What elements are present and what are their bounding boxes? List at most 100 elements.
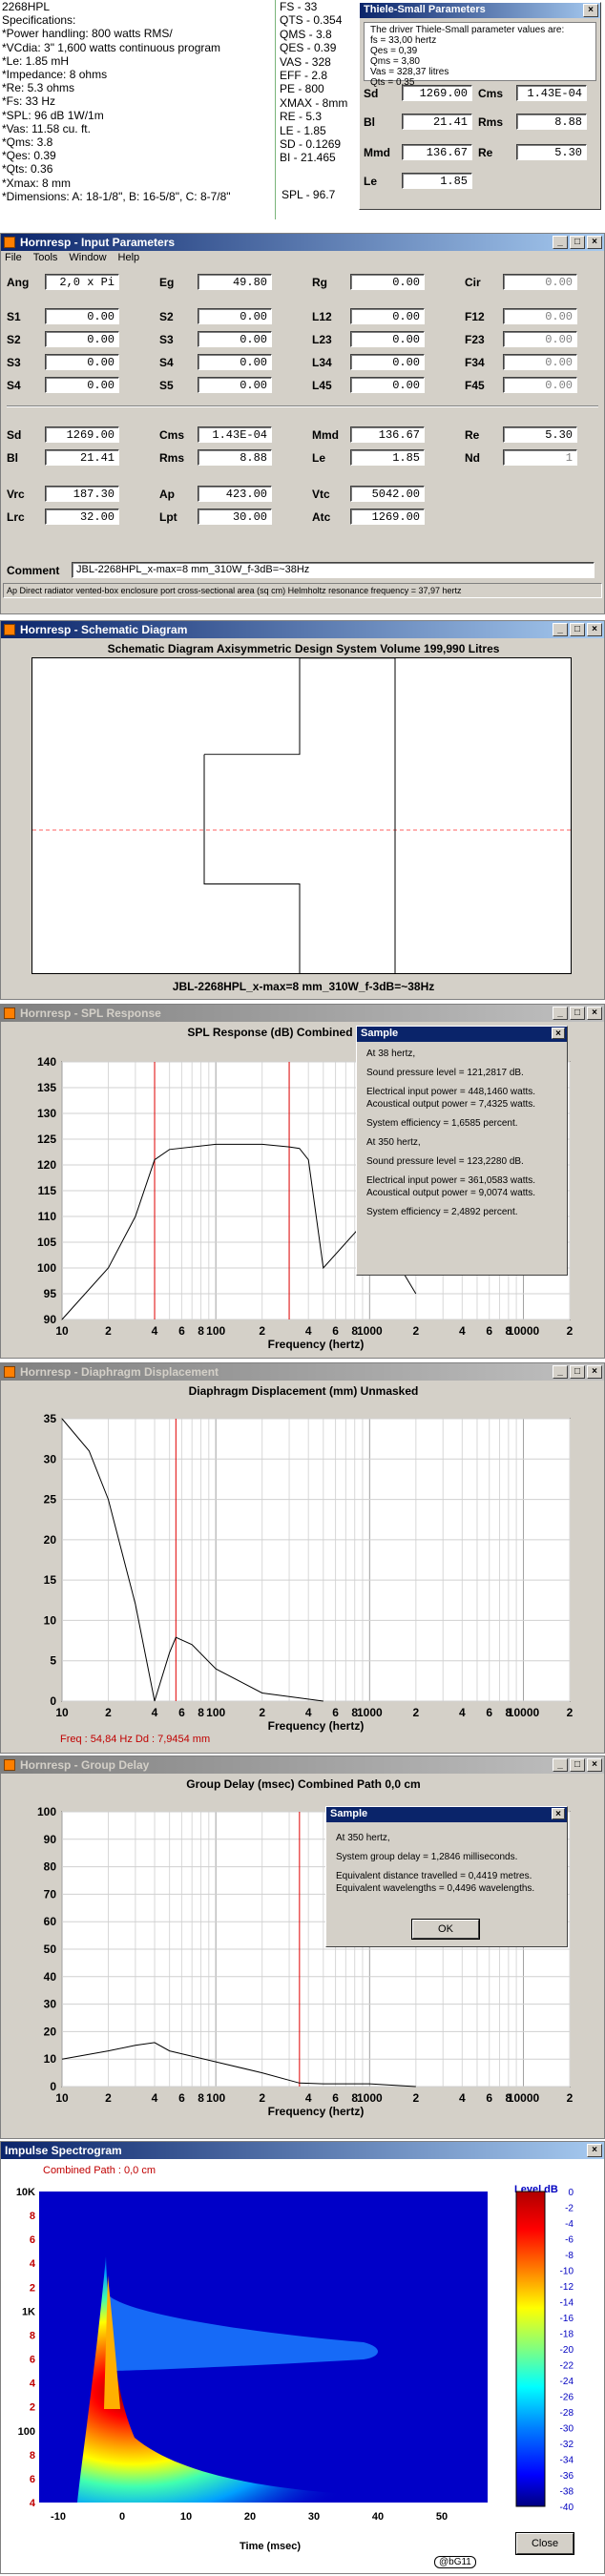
param-field[interactable]: 187.30 [45, 486, 119, 502]
gd-header: Group Delay (msec) Combined Path 0,0 cm [186, 1777, 421, 1791]
maximize-icon[interactable]: □ [570, 623, 585, 636]
param-field[interactable]: 1.43E-04 [198, 426, 272, 443]
ts-field[interactable]: 1269.00 [402, 85, 472, 101]
param-field[interactable]: 49.80 [198, 274, 272, 290]
x-tick-label: 4 [152, 1706, 158, 1719]
ts-field[interactable]: 5.30 [516, 144, 587, 160]
param-field[interactable]: 0.00 [350, 274, 425, 290]
param-field[interactable]: 1.85 [350, 449, 425, 466]
param-field[interactable]: 423.00 [198, 486, 272, 502]
gd-sample-dialog[interactable]: Sample × At 350 hertz, System group delay … [325, 1806, 568, 1947]
group-delay-window[interactable]: Hornresp - Group Delay _ □ × Group Delay (… [0, 1755, 605, 2139]
dialog-line: System efficiency = 1,6585 percent. [366, 1118, 518, 1129]
param-field[interactable]: 0.00 [45, 354, 119, 370]
thiele-small-window[interactable]: Thiele-Small Parameters × The driver Thi… [359, 2, 601, 210]
param-field[interactable]: 0.00 [350, 331, 425, 347]
menu-item[interactable]: Window [69, 252, 106, 265]
param-field[interactable]: 0.00 [198, 354, 272, 370]
param-field[interactable]: 0.00 [350, 354, 425, 370]
ts-field[interactable]: 1.43E-04 [516, 85, 587, 101]
param-field[interactable]: 21.41 [45, 449, 119, 466]
y-tick-label: 40 [44, 1970, 57, 1984]
level-tick-label: -6 [565, 2235, 574, 2246]
param-field[interactable]: 8.88 [198, 449, 272, 466]
window-title: Hornresp - Schematic Diagram [20, 623, 188, 636]
param-field[interactable]: 0.00 [503, 354, 577, 370]
menu-item[interactable]: Tools [33, 252, 58, 265]
ts-field[interactable]: 136.67 [402, 144, 472, 160]
y-tick-label: 110 [38, 1210, 57, 1223]
param-field[interactable]: 5.30 [503, 426, 577, 443]
param-field[interactable]: 2,0 x Pi [45, 274, 119, 290]
hornresp-icon [4, 1366, 15, 1378]
minimize-icon[interactable]: _ [553, 236, 568, 249]
minimize-icon[interactable]: _ [553, 1758, 568, 1772]
spectrogram-window[interactable]: Impulse Spectrogram × Combined Path : 0,… [0, 2141, 605, 2574]
close-icon[interactable]: × [552, 1808, 565, 1819]
maximize-icon[interactable]: □ [570, 1365, 585, 1379]
param-field[interactable]: 0.00 [198, 308, 272, 324]
close-icon[interactable]: × [587, 236, 602, 249]
y-tick-label: 135 [37, 1081, 56, 1094]
param-field[interactable]: 32.00 [45, 509, 119, 525]
param-field[interactable]: 0.00 [350, 377, 425, 393]
x-tick-label: 2 [567, 1324, 574, 1338]
param-label: L23 [312, 333, 332, 346]
param-field[interactable]: 136.67 [350, 426, 425, 443]
param-field[interactable]: 30.00 [198, 509, 272, 525]
input-parameters-window[interactable]: Hornresp - Input Parameters _ □ × File Tool… [0, 233, 605, 614]
close-icon[interactable]: × [587, 2144, 602, 2157]
minimize-icon[interactable]: _ [553, 1007, 568, 1020]
maximize-icon[interactable]: □ [570, 1007, 585, 1020]
param-field[interactable]: 0.00 [45, 308, 119, 324]
param-field[interactable]: 1269.00 [45, 426, 119, 443]
param-label: S4 [7, 379, 21, 392]
param-field[interactable]: 0.00 [350, 308, 425, 324]
dialog-line [326, 1863, 567, 1870]
spec-line: *Qts: 0.36 [2, 162, 53, 177]
ts-field[interactable]: 21.41 [402, 114, 472, 130]
comment-field[interactable]: JBL-2268HPL_x-max=8 mm_310W_f-3dB=~38Hz [72, 562, 595, 578]
window-title: Hornresp - Group Delay [20, 1758, 150, 1772]
y-tick-label: 35 [44, 1412, 57, 1425]
close-icon[interactable]: × [583, 4, 598, 17]
close-icon[interactable]: × [587, 623, 602, 636]
param-field[interactable]: 0.00 [45, 331, 119, 347]
maximize-icon[interactable]: □ [570, 236, 585, 249]
param-field[interactable]: 1269.00 [350, 509, 425, 525]
spec-param-line: RE - 5.3 [280, 110, 323, 124]
ts-titlebar: Thiele-Small Parameters × [360, 3, 600, 18]
x-tick-label: 6 [332, 1706, 339, 1719]
param-field[interactable]: 0.00 [198, 331, 272, 347]
freq-tick-label: 6 [30, 2355, 35, 2366]
param-field[interactable]: 0.00 [503, 331, 577, 347]
spl-sample-dialog[interactable]: Sample × At 38 hertz, Sound pressure level… [356, 1026, 568, 1276]
displacement-window[interactable]: Hornresp - Diaphragm Displacement _ □ × Di… [0, 1362, 605, 1754]
close-icon[interactable]: × [587, 1007, 602, 1020]
minimize-icon[interactable]: _ [553, 623, 568, 636]
param-field[interactable]: 0.00 [198, 377, 272, 393]
schematic-window[interactable]: Hornresp - Schematic Diagram _ □ × Schemat… [0, 620, 605, 1000]
param-field[interactable]: 0.00 [45, 377, 119, 393]
param-field[interactable]: 1 [503, 449, 577, 466]
ok-button[interactable]: OK [411, 1919, 480, 1940]
param-field[interactable]: 0.00 [503, 274, 577, 290]
close-icon[interactable]: × [552, 1028, 565, 1039]
param-field[interactable]: 0.00 [503, 377, 577, 393]
maximize-icon[interactable]: □ [570, 1758, 585, 1772]
close-icon[interactable]: × [587, 1365, 602, 1379]
level-tick-label: -20 [560, 2345, 574, 2356]
param-field[interactable]: 0.00 [503, 308, 577, 324]
hornresp-icon [4, 237, 15, 248]
menu-item[interactable]: Help [118, 252, 140, 265]
menu-item[interactable]: File [5, 252, 22, 265]
close-button[interactable]: Close [515, 2532, 574, 2555]
ts-field[interactable]: 1.85 [402, 173, 472, 189]
minimize-icon[interactable]: _ [553, 1365, 568, 1379]
param-field[interactable]: 5042.00 [350, 486, 425, 502]
close-icon[interactable]: × [587, 1758, 602, 1772]
spl-response-window[interactable]: Hornresp - SPL Response _ □ × SPL Response… [0, 1004, 605, 1359]
ts-field[interactable]: 8.88 [516, 114, 587, 130]
dialog-titlebar: Sample × [357, 1027, 567, 1042]
disp-titlebar: Hornresp - Diaphragm Displacement _ □ × [1, 1363, 604, 1381]
